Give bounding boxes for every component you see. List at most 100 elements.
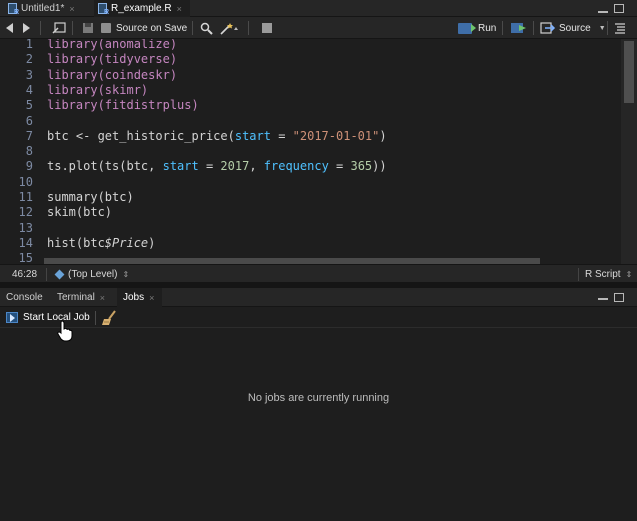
code-token: (tidyverse) <box>97 52 178 67</box>
source-label: Source <box>559 22 591 34</box>
toolbar-divider <box>248 21 249 35</box>
code-token: btc <- get_historic_price( <box>47 128 235 143</box>
source-icon <box>540 22 556 34</box>
code-token: 365 <box>350 159 373 174</box>
go-forward-button[interactable] <box>23 21 30 35</box>
code-token: = <box>270 128 293 143</box>
line-number: 5 <box>25 98 33 113</box>
r-file-icon <box>98 3 109 16</box>
status-divider <box>578 268 579 281</box>
source-button[interactable]: Source ▼ <box>540 21 606 35</box>
editor-tab-label: Untitled1* <box>21 3 65 14</box>
code-token: skim(btc) <box>47 205 113 220</box>
file-type-label: R Script <box>585 269 621 280</box>
start-local-job-button[interactable]: Start Local Job <box>6 311 90 324</box>
tab-label: Jobs <box>123 292 145 303</box>
editor-vertical-scrollbar[interactable] <box>621 39 637 264</box>
code-token: , <box>249 159 264 174</box>
maximize-pane-icon[interactable] <box>614 293 624 302</box>
code-line[interactable]: summary(btc) <box>47 190 134 204</box>
code-line[interactable]: skim(btc) <box>47 205 112 219</box>
empty-jobs-message: No jobs are currently running <box>247 392 390 404</box>
code-token: = <box>328 159 351 174</box>
broom-icon[interactable] <box>101 310 119 326</box>
rerun-icon <box>511 23 526 33</box>
magic-wand-icon <box>220 22 238 35</box>
close-tab-icon[interactable]: × <box>69 4 74 14</box>
code-tools-button[interactable] <box>220 21 240 35</box>
close-tab-icon[interactable]: × <box>100 293 105 303</box>
file-type-selector[interactable]: R Script ⇕ <box>585 269 632 280</box>
code-token: library <box>47 98 98 113</box>
code-token: start <box>162 159 199 174</box>
editor-status-bar: 46:28 (Top Level) ⇕ R Script ⇕ <box>0 264 637 283</box>
source-on-save-toggle[interactable]: Source on Save <box>101 21 187 35</box>
close-tab-icon[interactable]: × <box>177 4 182 14</box>
code-token: $Price <box>104 235 149 250</box>
code-token: frequency <box>263 159 329 174</box>
code-line[interactable]: ts.plot(ts(btc, start = 2017, frequency … <box>47 159 387 173</box>
updown-icon: ⇕ <box>122 270 130 279</box>
editor-tab-bar: Untitled1* × R_example.R × <box>0 0 637 17</box>
minimize-pane-icon[interactable] <box>598 296 608 300</box>
code-line[interactable]: library(coindeskr) <box>47 68 177 82</box>
scrollbar-thumb[interactable] <box>624 41 634 103</box>
toolbar-divider <box>40 21 41 35</box>
code-line[interactable]: library(tidyverse) <box>47 52 177 66</box>
code-token: (anomalize) <box>97 39 178 51</box>
minimize-pane-icon[interactable] <box>598 9 608 13</box>
code-token: library <box>47 52 98 67</box>
show-in-window-button[interactable] <box>52 21 66 35</box>
arrow-right-icon <box>23 23 30 33</box>
tab-label: Terminal <box>57 292 95 303</box>
cursor-position: 46:28 <box>12 269 38 280</box>
code-line[interactable]: library(anomalize) <box>47 39 177 51</box>
line-number: 7 <box>25 128 33 143</box>
rerun-button[interactable] <box>510 21 528 35</box>
popout-icon <box>52 22 66 34</box>
run-icon <box>458 22 476 34</box>
code-token: start <box>234 128 271 143</box>
code-token: = <box>198 159 221 174</box>
line-number: 2 <box>25 52 33 67</box>
find-replace-button[interactable] <box>200 21 213 35</box>
save-button[interactable] <box>82 21 94 35</box>
code-token: ) <box>148 235 156 250</box>
close-tab-icon[interactable]: × <box>149 293 154 303</box>
maximize-pane-icon[interactable] <box>614 4 624 13</box>
editor-toolbar: Source on Save Run Source ▼ <box>0 17 637 39</box>
code-line[interactable]: hist(btc$Price) <box>47 236 155 250</box>
code-token: (skimr) <box>97 82 149 97</box>
code-token: (coindeskr) <box>97 67 178 82</box>
editor-tab-r-example[interactable]: R_example.R × <box>94 0 190 17</box>
line-number: 12 <box>18 205 33 220</box>
line-number: 1 <box>25 39 33 51</box>
run-button[interactable]: Run <box>458 21 496 35</box>
code-line[interactable]: library(fitdistrplus) <box>47 98 199 112</box>
compile-report-button[interactable] <box>261 21 273 35</box>
chevron-down-icon[interactable]: ▼ <box>599 25 606 32</box>
editor-tab-label: R_example.R <box>111 3 172 14</box>
search-icon <box>200 22 213 35</box>
toolbar-divider <box>502 21 503 35</box>
scope-selector[interactable]: (Top Level) ⇕ <box>54 269 130 280</box>
code-token: library <box>47 82 98 97</box>
arrow-left-icon <box>6 23 13 33</box>
go-back-button[interactable] <box>6 21 13 35</box>
checkbox-icon[interactable] <box>101 23 111 33</box>
status-divider <box>46 268 47 281</box>
code-token: "2017-01-01" <box>292 128 380 143</box>
tab-jobs[interactable]: Jobs × <box>117 288 162 307</box>
code-line[interactable]: btc <- get_historic_price(start = "2017-… <box>47 129 387 143</box>
scope-label: (Top Level) <box>68 269 118 280</box>
tab-terminal[interactable]: Terminal × <box>51 288 115 307</box>
line-number: 4 <box>25 82 33 97</box>
outline-button[interactable] <box>614 21 626 35</box>
line-number: 10 <box>18 174 33 189</box>
code-editor[interactable]: 1 2 3 4 5 6 7 8 9 10 11 12 13 14 15 library(anomalize)… <box>0 39 621 264</box>
panel-tab-bar: Console Terminal × Jobs × <box>0 288 637 307</box>
editor-tab-untitled1[interactable]: Untitled1* × <box>6 0 90 17</box>
code-token: ts.plot(ts(btc, <box>47 159 163 174</box>
code-line[interactable]: library(skimr) <box>47 83 148 97</box>
tab-console[interactable]: Console <box>0 288 49 307</box>
